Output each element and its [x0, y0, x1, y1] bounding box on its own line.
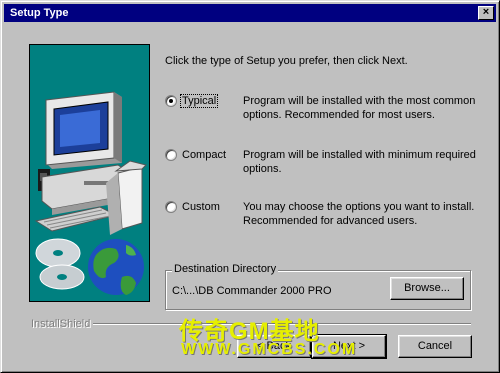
instruction-text: Click the type of Setup you prefer, then…	[165, 55, 408, 67]
close-icon: ×	[482, 6, 490, 18]
setup-illustration	[29, 44, 150, 302]
compact-description: Program will be installed with minimum r…	[243, 149, 476, 175]
typical-description: Program will be installed with the most …	[243, 95, 476, 121]
watermark-url: WWW.GMCBS.COM	[181, 341, 358, 358]
option-custom[interactable]: Custom	[165, 201, 221, 214]
compact-label[interactable]: Compact	[181, 149, 227, 161]
typical-label[interactable]: Typical	[179, 94, 219, 109]
browse-button[interactable]: Browse...	[390, 277, 464, 300]
cancel-button[interactable]: Cancel	[398, 335, 472, 358]
setup-type-dialog: Setup Type × Click the type of Setup you…	[0, 0, 500, 373]
compact-radio[interactable]	[165, 149, 177, 162]
option-typical[interactable]: Typical	[165, 94, 219, 109]
window-title: Setup Type	[10, 7, 69, 19]
option-compact[interactable]: Compact	[165, 149, 227, 162]
destination-group-label: Destination Directory	[172, 263, 279, 275]
custom-description: You may choose the options you want to i…	[243, 201, 475, 227]
destination-path: C:\...\DB Commander 2000 PRO	[172, 285, 332, 297]
typical-radio[interactable]	[165, 95, 177, 108]
custom-label[interactable]: Custom	[181, 201, 221, 213]
custom-radio[interactable]	[165, 201, 177, 214]
title-bar: Setup Type ×	[4, 4, 496, 22]
computer-illustration-icon	[34, 91, 147, 295]
close-button[interactable]: ×	[478, 6, 494, 20]
installshield-brand: InstallShield	[31, 318, 94, 330]
